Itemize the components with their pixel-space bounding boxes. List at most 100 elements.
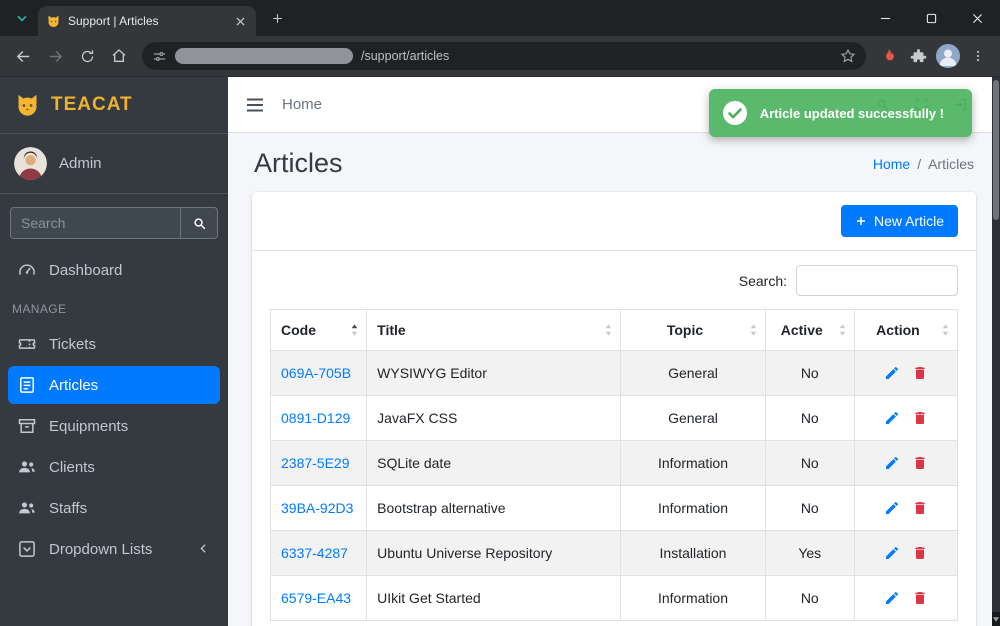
cat-logo-icon bbox=[14, 92, 41, 119]
article-code-link[interactable]: 0891-D129 bbox=[281, 410, 350, 426]
article-code-link[interactable]: 6579-EA43 bbox=[281, 590, 351, 606]
edit-button[interactable] bbox=[878, 543, 906, 563]
breadcrumb-home-link[interactable]: Home bbox=[873, 156, 910, 172]
user-panel[interactable]: Admin bbox=[0, 134, 228, 194]
articles-card: New Article Search: Code Title Topic Active… bbox=[252, 192, 976, 626]
article-code-cell: 6337-4287 bbox=[269, 530, 368, 576]
forward-button[interactable] bbox=[40, 41, 70, 71]
sidebar-item-dropdown-lists[interactable]: Dropdown Lists bbox=[8, 530, 220, 568]
edit-button[interactable] bbox=[878, 498, 906, 518]
table-search-input[interactable] bbox=[796, 265, 958, 296]
sort-icon bbox=[350, 324, 359, 337]
edit-button[interactable] bbox=[878, 453, 906, 473]
edit-button[interactable] bbox=[878, 588, 906, 608]
table-row: 2387-5E29 SQLite date Information No bbox=[269, 440, 959, 486]
article-actions bbox=[853, 440, 959, 486]
new-article-button[interactable]: New Article bbox=[840, 205, 958, 237]
browser-tab[interactable]: Support | Articles bbox=[38, 6, 256, 36]
extensions-puzzle-icon[interactable] bbox=[904, 42, 932, 70]
reload-button[interactable] bbox=[72, 41, 102, 71]
chevron-left-icon bbox=[197, 542, 211, 556]
article-active: No bbox=[764, 575, 855, 621]
table-row: 6579-EA43 UIkit Get Started Information No bbox=[269, 575, 959, 621]
column-header-code[interactable]: Code bbox=[269, 309, 368, 351]
profile-avatar[interactable] bbox=[934, 42, 962, 70]
sort-icon bbox=[749, 324, 758, 337]
navbar-home-link[interactable]: Home bbox=[282, 96, 322, 113]
sidebar-item-tickets[interactable]: Tickets bbox=[8, 325, 220, 363]
article-code-link[interactable]: 069A-705B bbox=[281, 365, 351, 381]
delete-button[interactable] bbox=[906, 588, 934, 608]
article-code-link[interactable]: 39BA-92D3 bbox=[281, 500, 353, 516]
sort-icon bbox=[604, 324, 613, 337]
sort-icon bbox=[838, 324, 847, 337]
tab-search-button[interactable] bbox=[8, 4, 36, 32]
articles-table: Code Title Topic Active Action 069A-705B WYSI… bbox=[269, 309, 959, 621]
home-button[interactable] bbox=[104, 41, 134, 71]
article-code-cell: 39BA-92D3 bbox=[269, 485, 368, 531]
table-row: 0891-D129 JavaFX CSS General No bbox=[269, 395, 959, 441]
sidebar-item-dashboard[interactable]: Dashboard bbox=[8, 251, 220, 289]
plus-icon bbox=[856, 217, 865, 225]
browser-menu-kebab-icon[interactable] bbox=[964, 42, 992, 70]
table-row: 069A-705B WYSIWYG Editor General No bbox=[269, 350, 959, 396]
article-active: Yes bbox=[764, 530, 855, 576]
article-code-cell: 069A-705B bbox=[269, 350, 368, 396]
sidebar-item-articles[interactable]: Articles bbox=[8, 366, 220, 404]
article-code-link[interactable]: 6337-4287 bbox=[281, 545, 348, 561]
scrollbar-thumb[interactable] bbox=[993, 80, 999, 220]
site-settings-icon bbox=[153, 51, 166, 61]
tab-close-icon[interactable] bbox=[232, 13, 248, 29]
address-bar[interactable]: /support/articles bbox=[142, 42, 866, 70]
delete-button[interactable] bbox=[906, 408, 934, 428]
delete-button[interactable] bbox=[906, 453, 934, 473]
column-header-title[interactable]: Title bbox=[366, 309, 622, 351]
home-icon bbox=[112, 49, 126, 62]
articles-icon bbox=[17, 375, 37, 395]
column-label: Topic bbox=[666, 322, 704, 338]
sidebar-search-input[interactable] bbox=[10, 207, 180, 239]
page-title: Articles bbox=[254, 148, 343, 178]
redacted-domain bbox=[175, 48, 353, 64]
delete-button[interactable] bbox=[906, 498, 934, 518]
article-topic: Information bbox=[620, 440, 766, 486]
new-tab-button[interactable] bbox=[264, 5, 290, 31]
article-active: No bbox=[764, 350, 855, 396]
edit-button[interactable] bbox=[878, 408, 906, 428]
bookmark-star-icon[interactable] bbox=[840, 48, 856, 64]
sidebar-toggle-hamburger-icon[interactable] bbox=[246, 97, 264, 113]
reload-icon bbox=[81, 49, 93, 62]
scrollbar-down-arrow[interactable] bbox=[992, 612, 1000, 626]
back-button[interactable] bbox=[8, 41, 38, 71]
table-search-row: Search: bbox=[270, 265, 958, 296]
delete-button[interactable] bbox=[906, 363, 934, 383]
sidebar-search-button[interactable] bbox=[180, 207, 218, 239]
brand[interactable]: TEACAT bbox=[0, 77, 228, 134]
toast-check-icon bbox=[722, 100, 748, 126]
close-button[interactable] bbox=[954, 0, 1000, 36]
article-topic: Installation bbox=[620, 530, 766, 576]
sidebar-search bbox=[0, 194, 228, 245]
sidebar-item-clients[interactable]: Clients bbox=[8, 448, 220, 486]
maximize-button[interactable] bbox=[908, 0, 954, 36]
url-path: /support/articles bbox=[361, 49, 450, 63]
column-header-action[interactable]: Action bbox=[853, 309, 959, 351]
sidebar-item-staffs[interactable]: Staffs bbox=[8, 489, 220, 527]
user-avatar bbox=[14, 147, 47, 180]
minimize-button[interactable] bbox=[862, 0, 908, 36]
edit-button[interactable] bbox=[878, 363, 906, 383]
column-header-topic[interactable]: Topic bbox=[620, 309, 766, 351]
sidebar-nav-top: Dashboard bbox=[0, 245, 228, 292]
sidebar-item-label: Tickets bbox=[49, 335, 96, 353]
sidebar-item-equipments[interactable]: Equipments bbox=[8, 407, 220, 445]
page-scrollbar[interactable] bbox=[992, 77, 1000, 626]
extension-flame-icon[interactable] bbox=[874, 42, 902, 70]
delete-button[interactable] bbox=[906, 543, 934, 563]
card-body: Search: Code Title Topic Active Action 069A-… bbox=[252, 251, 976, 626]
equipment-icon bbox=[17, 416, 37, 436]
breadcrumb-separator: / bbox=[917, 155, 922, 172]
main-area: Home Article updated successfully ! Arti… bbox=[228, 77, 1000, 626]
table-header-row: Code Title Topic Active Action bbox=[269, 309, 959, 351]
column-header-active[interactable]: Active bbox=[764, 309, 855, 351]
article-code-link[interactable]: 2387-5E29 bbox=[281, 455, 350, 471]
